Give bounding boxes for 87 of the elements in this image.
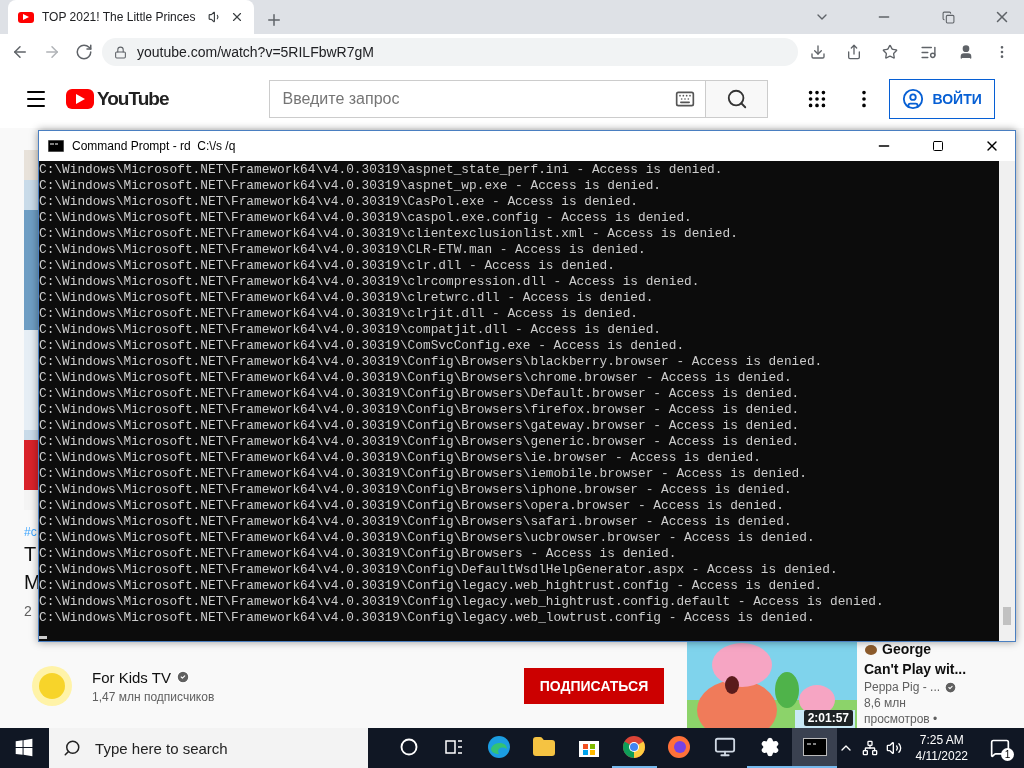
console-line: C:\Windows\Microsoft.NET\Framework64\v4.0.30319\Config\Browsers\Default.browser - Access is denied.	[39, 386, 801, 402]
subscriber-count: 1,47 млн подписчиков	[92, 689, 215, 704]
console-line: C:\Windows\Microsoft.NET\Framework64\v4.0.30319\aspnet_wp.exe - Access is denied.	[39, 178, 663, 194]
back-icon[interactable]	[11, 43, 29, 61]
notification-count: 1	[1001, 748, 1014, 761]
message-icon[interactable]	[990, 738, 1010, 758]
close-icon[interactable]	[230, 10, 244, 24]
console-line: C:\Windows\Microsoft.NET\Framework64\v4.0.30319\clretwrc.dll - Access is denied.	[39, 290, 655, 306]
text-cursor	[39, 636, 47, 639]
console-line: C:\Windows\Microsoft.NET\Framework64\v4.0.30319\Config\Browsers\blackberry.browser - Access is denied.	[39, 354, 824, 370]
console-line: C:\Windows\Microsoft.NET\Framework64\v4.0.30319\Config\Browsers\firefox.browser - Access is denied.	[39, 402, 801, 418]
console-line: C:\Windows\Microsoft.NET\Framework64\v4.0.30319\CasPol.exe - Access is denied.	[39, 194, 639, 210]
console-line: C:\Windows\Microsoft.NET\Framework64\v4.0.30319\Config\Browsers\generic.browser - Access is denied.	[39, 434, 801, 450]
profile-icon[interactable]	[958, 44, 974, 60]
window-title: Command Prompt - rd C:\/s /q	[72, 139, 236, 153]
console-line: C:\Windows\Microsoft.NET\Framework64\v4.0.30319\Config\Browsers\ucbrowser.browser - Access is denied.	[39, 530, 816, 546]
console-line: C:\Windows\Microsoft.NET\Framework64\v4.0.30319\clrjit.dll - Access is denied.	[39, 306, 639, 322]
console-line: C:\Windows\Microsoft.NET\Framework64\v4.0.30319\clrcompression.dll - Access is denied.	[39, 274, 701, 290]
search-icon[interactable]	[725, 88, 748, 110]
network-icon[interactable]	[861, 740, 878, 756]
search-button[interactable]	[706, 80, 769, 118]
console-line: C:\Windows\Microsoft.NET\Framework64\v4.0.30319\Config\DefaultWsdlHelpGenerator.aspx - Access is denied.	[39, 562, 839, 578]
console-line: C:\Windows\Microsoft.NET\Framework64\v4.0.30319\Config\legacy.web_lowtrust.config - Access is denied.	[39, 610, 816, 626]
clock[interactable]: 7:25 AM 4/11/2022	[909, 732, 974, 764]
address-bar[interactable]: youtube.com/watch?v=5RILFbwR7gM	[102, 38, 798, 66]
video-duration: 2:01:57	[803, 710, 853, 726]
youtube-logo[interactable]: YouTube	[66, 88, 169, 110]
channel-name[interactable]: For Kids TV	[92, 668, 171, 686]
youtube-favicon-icon	[18, 11, 34, 23]
maximize-icon[interactable]	[932, 140, 944, 152]
reload-icon[interactable]	[75, 43, 93, 61]
console-line: C:\Windows\Microsoft.NET\Framework64\v4.0.30319\ComSvcConfig.exe - Access is denied.	[39, 338, 686, 354]
search-icon[interactable]	[63, 739, 82, 757]
video-text-fragment: #c	[24, 526, 37, 540]
tab-title: TOP 2021! The Little Princes	[42, 10, 197, 24]
taskbar-search-field[interactable]: Type here to search	[93, 738, 369, 758]
console-line: C:\Windows\Microsoft.NET\Framework64\v4.0.30319\caspol.exe.config - Access is denied.	[39, 210, 693, 226]
browser-tab[interactable]: TOP 2021! The Little Princes	[8, 0, 254, 34]
chrome-icon[interactable]	[622, 735, 647, 759]
share-icon[interactable]	[846, 44, 862, 60]
video-title[interactable]: Can't Play wit...	[864, 659, 967, 679]
console-line: C:\Windows\Microsoft.NET\Framework64\v4.0.30319\Config\Browsers\safari.browser - Access is denied.	[39, 514, 793, 530]
console-line: C:\Windows\Microsoft.NET\Framework64\v4.0.30319\clr.dll - Access is denied.	[39, 258, 616, 274]
subscribe-button[interactable]: ПОДПИСАТЬСЯ	[524, 668, 664, 704]
console-line: C:\Windows\Microsoft.NET\Framework64\v4.0.30319\Config\Browsers\iphone.browser - Access is denied.	[39, 482, 793, 498]
console-line: C:\Windows\Microsoft.NET\Framework64\v4.0.30319\Config\Browsers\gateway.browser - Access is denied.	[39, 418, 801, 434]
plus-icon[interactable]	[265, 11, 283, 29]
sign-in-button[interactable]: ВОЙТИ	[889, 79, 995, 119]
restore-icon[interactable]	[941, 10, 955, 24]
console-line: C:\Windows\Microsoft.NET\Framework64\v4.0.30319\Config\Browsers\chrome.browser - Access is denied.	[39, 370, 793, 386]
console-line: C:\Windows\Microsoft.NET\Framework64\v4.0.30319\Config\Browsers\opera.browser - Access is denied.	[39, 498, 785, 514]
search-field[interactable]: Введите запрос	[280, 89, 676, 109]
console-line: C:\Windows\Microsoft.NET\Framework64\v4.0.30319\aspnet_state_perf.ini - Access is denied.	[39, 162, 724, 178]
download-icon[interactable]	[810, 44, 826, 60]
view-count: просмотров •	[864, 711, 939, 727]
taskbar-search-bar[interactable]: Type here to search	[49, 728, 369, 768]
console-line: C:\Windows\Microsoft.NET\Framework64\v4.0.30319\CLR-ETW.man - Access is denied.	[39, 242, 647, 258]
console-line: C:\Windows\Microsoft.NET\Framework64\v4.0.30319\Config\Browsers - Access is denied.	[39, 546, 678, 562]
search-bar[interactable]: Введите запрос	[269, 80, 707, 118]
video-text-fragment: T	[24, 543, 37, 566]
console-line: C:\Windows\Microsoft.NET\Framework64\v4.0.30319\Config\legacy.web_hightrust.config.default - Access is denied.	[39, 594, 885, 610]
console-line: C:\Windows\Microsoft.NET\Framework64\v4.0.30319\clientexclusionlist.xml - Access is denied.	[39, 226, 739, 242]
channel-name: Peppa Pig - ...	[864, 679, 941, 695]
circle-icon[interactable]	[399, 738, 418, 756]
view-count: 8,6 млн	[864, 695, 907, 711]
taskbar-app[interactable]	[792, 728, 838, 768]
monitor-icon[interactable]	[713, 736, 736, 758]
video-title[interactable]: George	[882, 639, 931, 659]
task-view-icon[interactable]	[444, 739, 463, 755]
user-circle-icon[interactable]	[902, 88, 925, 110]
edge-icon[interactable]	[486, 735, 511, 759]
volume-icon[interactable]	[885, 740, 902, 756]
star-icon[interactable]	[882, 44, 898, 60]
console-line: C:\Windows\Microsoft.NET\Framework64\v4.0.30319\Config\legacy.web_hightrust.config - Access is denied.	[39, 578, 824, 594]
firefox-icon[interactable]	[667, 735, 692, 759]
folder-icon[interactable]	[532, 735, 556, 759]
settings-icon[interactable]	[759, 737, 780, 757]
lock-icon[interactable]	[114, 45, 127, 59]
keyboard-icon[interactable]	[675, 89, 696, 109]
notification-button[interactable]: 1	[982, 728, 1018, 768]
console-line: C:\Windows\Microsoft.NET\Framework64\v4.0.30319\Config\Browsers\ie.browser - Access is denied.	[39, 450, 762, 466]
terminal-icon[interactable]	[802, 738, 827, 756]
console-icon	[48, 140, 64, 152]
console-line: C:\Windows\Microsoft.NET\Framework64\v4.0.30319\Config\Browsers\iemobile.browser - Access is denied.	[39, 466, 808, 482]
video-text-fragment: 2	[24, 604, 32, 620]
console-line: C:\Windows\Microsoft.NET\Framework64\v4.0.30319\compatjit.dll - Access is denied.	[39, 322, 663, 338]
video-thumbnail[interactable]: 2:01:57	[687, 640, 857, 728]
